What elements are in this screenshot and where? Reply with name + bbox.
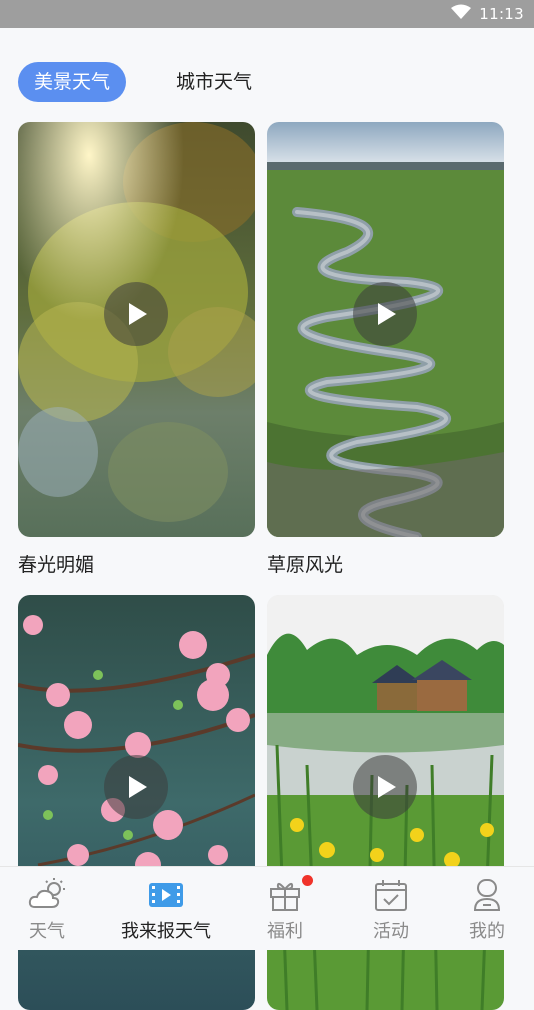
play-button[interactable] xyxy=(104,282,168,346)
notification-badge xyxy=(302,875,313,886)
weather-icon xyxy=(28,878,65,908)
nav-profile[interactable]: 我的 xyxy=(434,867,534,950)
tab-scenic-weather[interactable]: 美景天气 xyxy=(18,62,127,102)
tab-city-weather[interactable]: 城市天气 xyxy=(176,62,252,102)
video-caption: 春光明媚 xyxy=(18,554,95,576)
nav-label: 活动 xyxy=(373,921,409,942)
nav-benefits[interactable]: 福利 xyxy=(232,867,338,950)
nav-label: 我的 xyxy=(469,921,505,942)
video-report-icon xyxy=(149,883,183,907)
nav-activities[interactable]: 活动 xyxy=(338,867,444,950)
nav-label: 我来报天气 xyxy=(121,921,211,942)
calendar-check-icon xyxy=(375,880,407,911)
play-button[interactable] xyxy=(104,755,168,819)
video-caption: 草原风光 xyxy=(267,554,344,576)
nav-label: 天气 xyxy=(29,921,65,942)
nav-weather[interactable]: 天气 xyxy=(0,867,100,950)
status-bar: 11:13 xyxy=(0,0,534,28)
play-icon xyxy=(129,776,147,798)
video-thumbnail[interactable] xyxy=(267,122,504,537)
status-time: 11:13 xyxy=(479,5,524,23)
play-button[interactable] xyxy=(353,282,417,346)
wifi-icon xyxy=(451,4,472,24)
bottom-nav: 天气 我来报天气 福利 活动 我的 xyxy=(0,866,534,950)
play-icon xyxy=(129,303,147,325)
nav-label: 福利 xyxy=(267,921,303,942)
gift-icon xyxy=(270,883,300,911)
play-icon xyxy=(378,776,396,798)
nav-report-weather[interactable]: 我来报天气 xyxy=(113,867,219,950)
category-tabs: 美景天气 城市天气 xyxy=(18,62,252,102)
play-button[interactable] xyxy=(353,755,417,819)
profile-icon xyxy=(473,879,501,911)
play-icon xyxy=(378,303,396,325)
video-thumbnail[interactable] xyxy=(18,122,255,537)
